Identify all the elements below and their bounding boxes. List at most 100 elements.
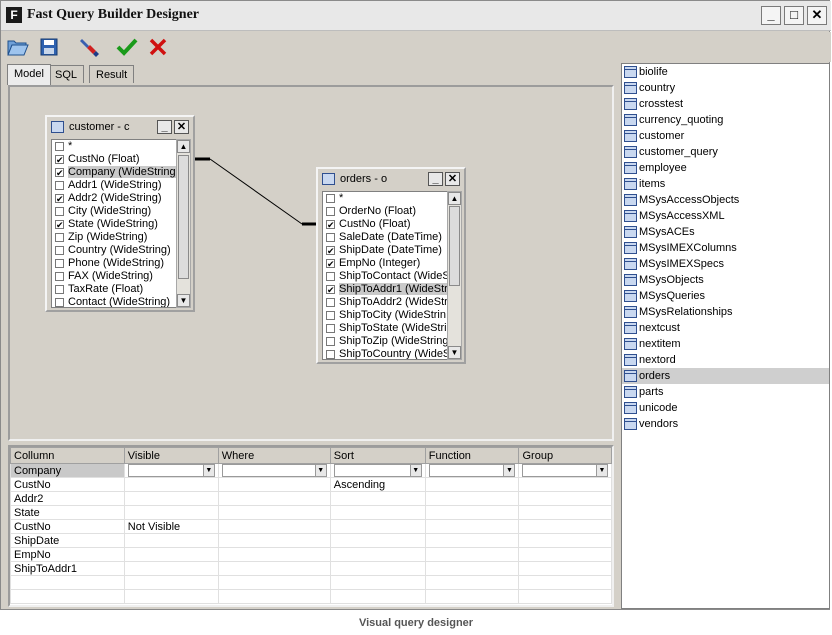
grid-cell[interactable] (329, 491, 426, 506)
field-row[interactable]: ShipToCity (WideStrin (323, 309, 447, 322)
grid-cell[interactable] (123, 477, 219, 492)
grid-cell[interactable] (217, 477, 331, 492)
grid-cell[interactable] (217, 533, 331, 548)
grid-cell[interactable] (329, 519, 426, 534)
table-list-item[interactable]: MSysIMEXSpecs (622, 256, 829, 272)
table-list-item[interactable]: MSysObjects (622, 272, 829, 288)
field-row[interactable]: ✔ ShipDate (DateTime) (323, 244, 447, 257)
grid-cell[interactable] (424, 477, 520, 492)
grid-header[interactable]: Where (217, 447, 331, 464)
grid-cell[interactable] (424, 561, 520, 576)
table-list-item[interactable]: MSysQueries (622, 288, 829, 304)
field-checkbox[interactable] (55, 142, 64, 151)
grid-header[interactable]: Function (424, 447, 520, 464)
field-checkbox[interactable]: ✔ (55, 155, 64, 165)
save-button[interactable] (37, 35, 61, 59)
grid-cell[interactable]: EmpNo (10, 547, 125, 562)
field-row[interactable]: ✔ CustNo (Float) (323, 218, 447, 231)
grid-dropdown[interactable]: ▼ (333, 464, 422, 477)
grid-cell[interactable] (329, 575, 426, 590)
grid-cell[interactable] (424, 519, 520, 534)
table-list-item[interactable]: items (622, 176, 829, 192)
grid-cell[interactable] (518, 505, 612, 520)
grid-cell[interactable]: ▼ (217, 463, 331, 478)
field-row[interactable]: SaleDate (DateTime) (323, 231, 447, 244)
grid-row[interactable]: CustNo Ascending (10, 477, 612, 492)
grid-cell[interactable] (424, 505, 520, 520)
field-row[interactable]: Zip (WideString) (52, 231, 176, 244)
grid-cell[interactable] (217, 547, 331, 562)
grid-cell[interactable] (424, 589, 520, 604)
field-checkbox[interactable]: ✔ (326, 220, 335, 230)
grid-cell[interactable] (10, 575, 125, 590)
grid-cell[interactable] (518, 561, 612, 576)
field-checkbox[interactable]: ✔ (55, 168, 64, 178)
grid-row[interactable]: ShipToAddr1 (10, 561, 612, 576)
grid-cell[interactable]: ▼ (123, 463, 219, 478)
grid-cell[interactable]: ▼ (518, 463, 612, 478)
close-button[interactable]: ✕ (807, 6, 827, 25)
scroll-down-icon[interactable]: ▼ (448, 346, 461, 359)
table-header[interactable]: orders - o _ ✕ (320, 171, 462, 189)
orders-table-window[interactable]: orders - o _ ✕ * OrderNo (Float) ✔ CustNo (… (316, 167, 466, 364)
scroll-thumb[interactable] (178, 155, 189, 279)
field-checkbox[interactable] (326, 311, 335, 320)
field-list-scrollbar[interactable]: ▲ ▼ (447, 191, 462, 360)
model-canvas[interactable]: customer - c _ ✕ * ✔ CustNo (Float) ✔ Compan… (8, 85, 614, 441)
grid-cell[interactable] (518, 519, 612, 534)
grid-row[interactable] (10, 575, 612, 590)
field-list[interactable]: * ✔ CustNo (Float) ✔ Company (WideString Addr… (51, 139, 177, 308)
grid-dropdown[interactable]: ▼ (221, 464, 327, 477)
minimize-button[interactable]: _ (761, 6, 781, 25)
scroll-up-icon[interactable]: ▲ (448, 192, 461, 205)
grid-cell[interactable] (424, 575, 520, 590)
table-list-item[interactable]: currency_quoting (622, 112, 829, 128)
field-list-scrollbar[interactable]: ▲ ▼ (176, 139, 191, 308)
grid-row[interactable] (10, 589, 612, 604)
grid-cell[interactable] (329, 561, 426, 576)
field-checkbox[interactable] (55, 207, 64, 216)
field-checkbox[interactable] (55, 298, 64, 307)
minimize-table-button[interactable]: _ (428, 172, 443, 186)
table-list[interactable]: biolife country crosstest currency_quoting c… (621, 63, 830, 609)
table-list-item[interactable]: employee (622, 160, 829, 176)
grid-cell[interactable] (329, 533, 426, 548)
field-checkbox[interactable] (55, 233, 64, 242)
grid-cell[interactable] (424, 547, 520, 562)
open-button[interactable] (6, 35, 30, 59)
grid-cell[interactable]: ▼ (329, 463, 426, 478)
grid-header[interactable]: Visible (123, 447, 219, 464)
grid-cell[interactable]: Company (10, 463, 125, 478)
ok-button[interactable] (115, 35, 139, 59)
grid-cell[interactable] (518, 547, 612, 562)
field-row[interactable]: Contact (WideString) (52, 296, 176, 307)
table-list-item[interactable]: unicode (622, 400, 829, 416)
table-list-item[interactable]: country (622, 80, 829, 96)
grid-cell[interactable]: CustNo (10, 477, 125, 492)
field-checkbox[interactable]: ✔ (55, 220, 64, 230)
scroll-down-icon[interactable]: ▼ (177, 294, 190, 307)
dropdown-arrow-icon[interactable]: ▼ (314, 465, 326, 476)
field-row[interactable]: FAX (WideString) (52, 270, 176, 283)
field-checkbox[interactable]: ✔ (326, 246, 335, 256)
field-row[interactable]: ✔ EmpNo (Integer) (323, 257, 447, 270)
field-row[interactable]: Country (WideString) (52, 244, 176, 257)
grid-cell[interactable] (123, 589, 219, 604)
grid-cell[interactable] (217, 519, 331, 534)
field-checkbox[interactable] (326, 207, 335, 216)
field-row[interactable]: ShipToCountry (WideS (323, 348, 447, 359)
table-list-item[interactable]: MSysAccessObjects (622, 192, 829, 208)
table-list-item[interactable]: orders (622, 368, 829, 384)
grid-cell[interactable] (217, 561, 331, 576)
table-list-item[interactable]: MSysRelationships (622, 304, 829, 320)
field-row[interactable]: ShipToState (WideStri (323, 322, 447, 335)
grid-cell[interactable]: CustNo (10, 519, 125, 534)
grid-row[interactable]: Company ▼ ▼ ▼ ▼ ▼ (10, 463, 612, 478)
table-list-item[interactable]: MSysIMEXColumns (622, 240, 829, 256)
field-row[interactable]: * (323, 192, 447, 205)
field-row[interactable]: ✔ CustNo (Float) (52, 153, 176, 166)
close-table-button[interactable]: ✕ (174, 120, 189, 134)
field-row[interactable]: City (WideString) (52, 205, 176, 218)
grid-cell[interactable] (123, 505, 219, 520)
dropdown-arrow-icon[interactable]: ▼ (202, 465, 214, 476)
